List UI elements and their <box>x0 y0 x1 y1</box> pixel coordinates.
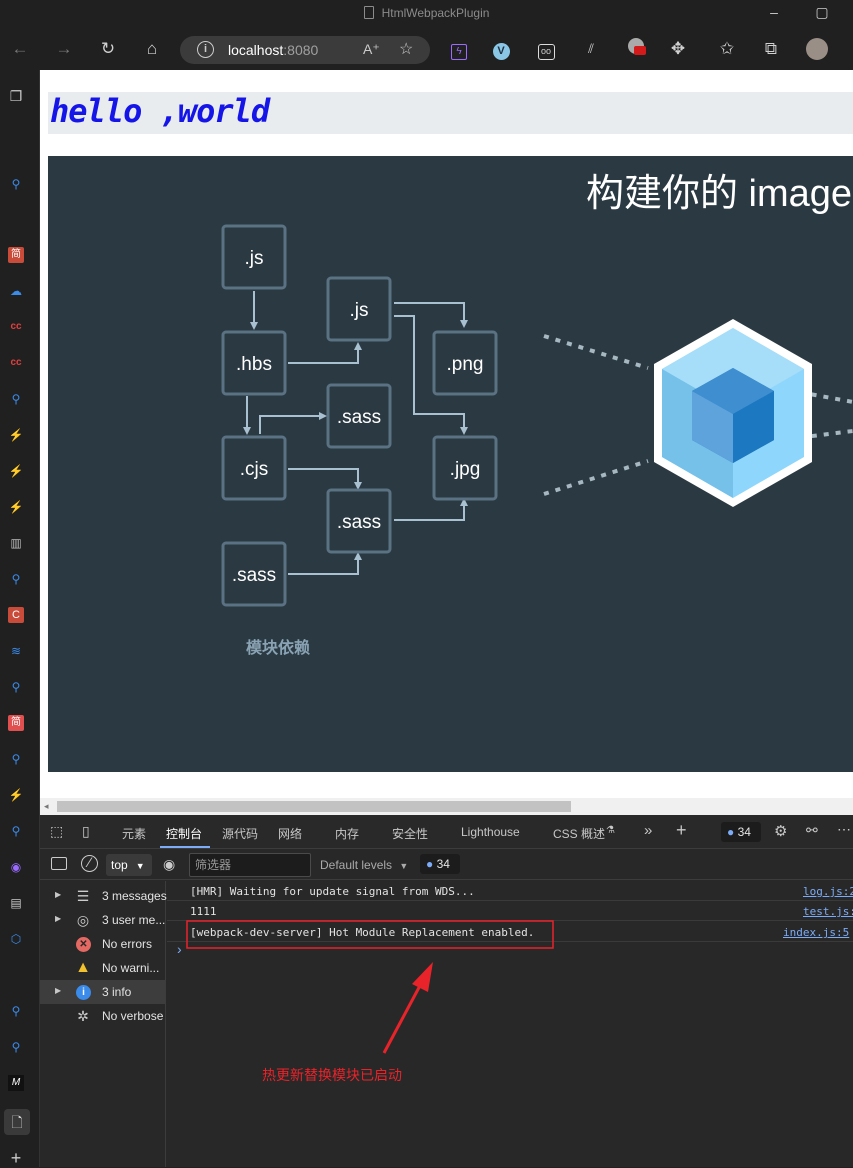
highlight-box <box>186 920 554 949</box>
annotation-arrow <box>382 979 425 1054</box>
annotation-arrowhead <box>412 962 433 992</box>
annotation-label: 热更新替换模块已启动 <box>262 1067 402 1083</box>
annotation-overlay: 热更新替换模块已启动 <box>186 920 554 1083</box>
